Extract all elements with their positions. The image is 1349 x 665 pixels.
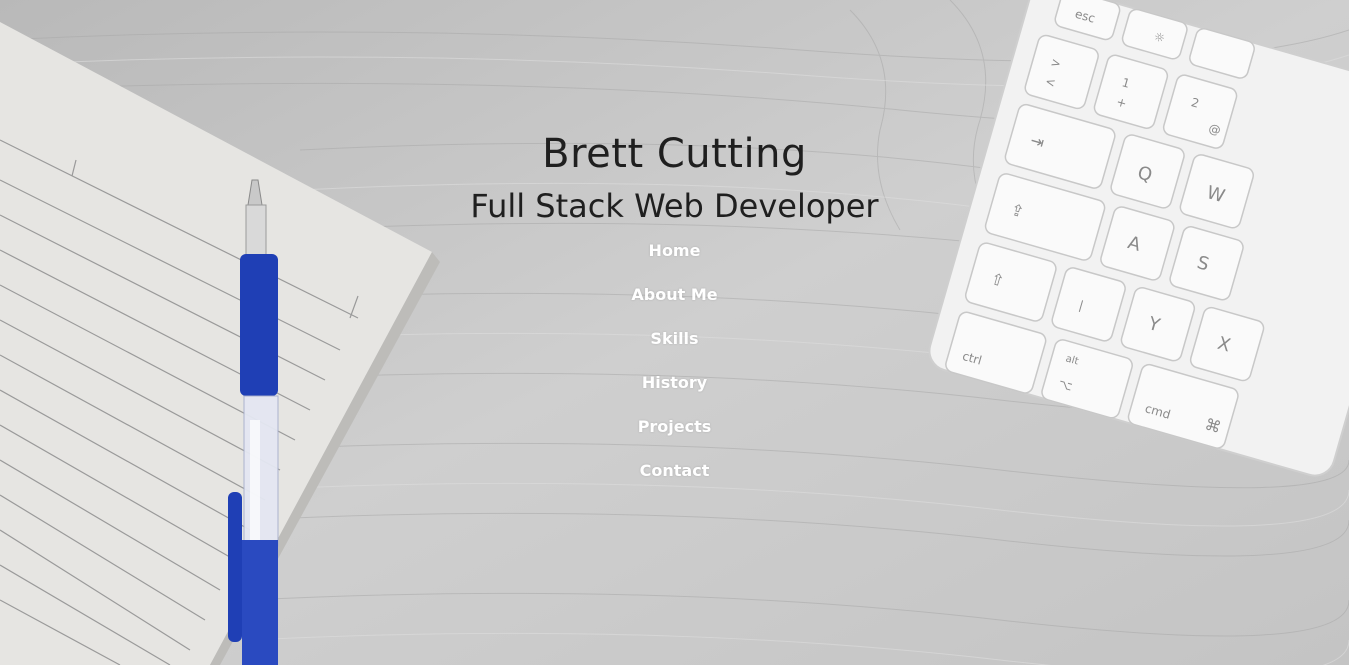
nav-item-contact: Contact	[0, 458, 1349, 502]
nav-link-about[interactable]: About Me	[631, 285, 717, 304]
nav-item-skills: Skills	[0, 326, 1349, 370]
hero-section: Brett Cutting Full Stack Web Developer H…	[0, 0, 1349, 665]
nav-link-contact[interactable]: Contact	[640, 461, 710, 480]
nav-link-skills[interactable]: Skills	[650, 329, 698, 348]
nav-item-projects: Projects	[0, 414, 1349, 458]
main-nav: Home About Me Skills History Projects Co…	[0, 238, 1349, 502]
nav-link-history[interactable]: History	[642, 373, 707, 392]
nav-item-home: Home	[0, 238, 1349, 282]
nav-item-history: History	[0, 370, 1349, 414]
nav-link-projects[interactable]: Projects	[638, 417, 712, 436]
page-subtitle: Full Stack Web Developer	[470, 187, 879, 225]
nav-link-home[interactable]: Home	[649, 241, 701, 260]
nav-item-about: About Me	[0, 282, 1349, 326]
page-title: Brett Cutting	[542, 131, 807, 177]
